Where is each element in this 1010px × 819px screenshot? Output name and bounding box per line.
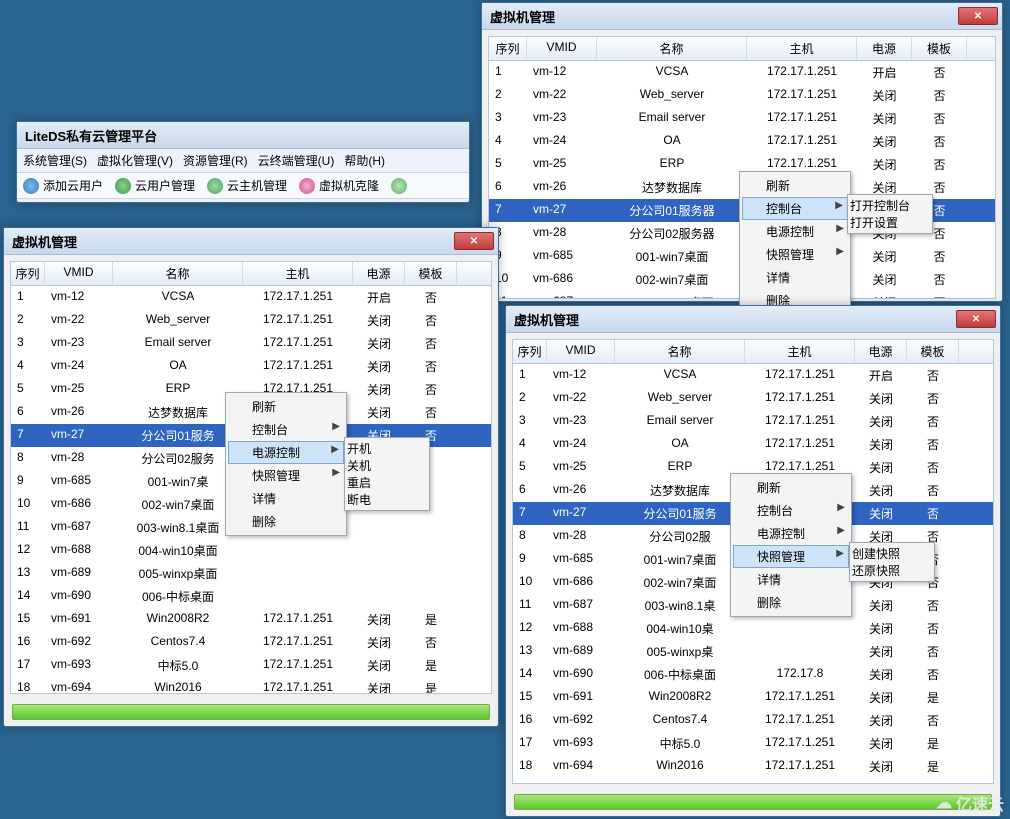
table-row[interactable]: 15vm-691Win2008R2172.17.1.251关闭是 [11, 608, 491, 631]
mi-refresh[interactable]: 刷新 [228, 395, 344, 418]
mi-open-console[interactable]: 打开控制台 [850, 197, 930, 214]
menu-resource[interactable]: 资源管理(R) [183, 152, 248, 169]
close-button[interactable]: ✕ [958, 7, 998, 25]
progress-bar [514, 794, 992, 810]
close-button[interactable]: ✕ [956, 310, 996, 328]
menu-virtualization[interactable]: 虚拟化管理(V) [97, 152, 173, 169]
admin-toolbar: 添加云用户 云用户管理 云主机管理 虚拟机克隆 [17, 173, 469, 199]
table-row[interactable]: 12vm-688004-win10桌面 [11, 539, 491, 562]
table-row[interactable]: 19vm-695云桌面win7172.17.1.251关闭是 [513, 778, 993, 784]
table-row[interactable]: 3vm-23Email server172.17.1.251关闭否 [11, 332, 491, 355]
table-row[interactable]: 14vm-690006-中标桌面 [11, 585, 491, 608]
table-header: 序列 VMID 名称 主机 电源 模板 [513, 340, 993, 364]
mi-snapshot[interactable]: 快照管理▶ [742, 243, 848, 266]
mi-power-off[interactable]: 关机 [347, 457, 427, 474]
mi-power[interactable]: 电源控制▶ [733, 522, 849, 545]
table-row[interactable]: 1vm-12VCSA172.17.1.251开启否 [489, 61, 995, 84]
host-icon [207, 178, 223, 194]
table-row[interactable]: 16vm-692Centos7.4172.17.1.251关闭否 [11, 631, 491, 654]
mi-delete[interactable]: 删除 [228, 510, 344, 533]
table-header: 序列 VMID 名称 主机 电源 模板 [11, 262, 491, 286]
context-menu-3[interactable]: 刷新 控制台▶ 电源控制▶ 快照管理▶ 详情 删除 [730, 473, 852, 617]
table-row[interactable]: 1vm-12VCSA172.17.1.251开启否 [513, 364, 993, 387]
vm-title-3: 虚拟机管理 [510, 310, 956, 329]
tb-host-mgmt[interactable]: 云主机管理 [207, 177, 287, 194]
user-add-icon [23, 178, 39, 194]
mi-snapshot[interactable]: 快照管理▶ [228, 464, 344, 487]
context-menu-2[interactable]: 刷新 控制台▶ 电源控制▶ 快照管理▶ 详情 删除 [225, 392, 347, 536]
watermark: ☁ 亿速云 [936, 791, 1004, 815]
table-row[interactable]: 16vm-692Centos7.4172.17.1.251关闭否 [513, 709, 993, 732]
table-row[interactable]: 2vm-22Web_server172.17.1.251关闭否 [513, 387, 993, 410]
admin-title: LiteDS私有云管理平台 [21, 126, 465, 145]
mi-restart[interactable]: 重启 [347, 474, 427, 491]
mi-console[interactable]: 控制台▶ [228, 418, 344, 441]
mi-power[interactable]: 电源控制▶ [742, 220, 848, 243]
table-row[interactable]: 12vm-688004-win10桌关闭否 [513, 617, 993, 640]
table-row[interactable]: 18vm-694Win2016172.17.1.251关闭是 [513, 755, 993, 778]
vm-title-1: 虚拟机管理 [486, 7, 958, 26]
mi-snapshot[interactable]: 快照管理▶ [733, 545, 849, 568]
table-row[interactable]: 2vm-22Web_server172.17.1.251关闭否 [11, 309, 491, 332]
table-row[interactable]: 3vm-23Email server172.17.1.251关闭否 [489, 107, 995, 130]
mi-detail[interactable]: 详情 [733, 568, 849, 591]
mi-restore-snapshot[interactable]: 还原快照 [852, 562, 932, 579]
table-row[interactable]: 15vm-691Win2008R2172.17.1.251关闭是 [513, 686, 993, 709]
cloud-icon: ☁ [936, 793, 952, 813]
tb-add-user[interactable]: 添加云用户 [23, 177, 103, 194]
tb-user-mgmt[interactable]: 云用户管理 [115, 177, 195, 194]
mi-console[interactable]: 控制台▶ [733, 499, 849, 522]
table-row[interactable]: 2vm-22Web_server172.17.1.251关闭否 [489, 84, 995, 107]
vm-title-2: 虚拟机管理 [8, 232, 454, 251]
table-row[interactable]: 4vm-24OA172.17.1.251关闭否 [489, 130, 995, 153]
admin-window: LiteDS私有云管理平台 系统管理(S) 虚拟化管理(V) 资源管理(R) 云… [16, 121, 470, 203]
menu-help[interactable]: 帮助(H) [344, 152, 385, 169]
tb-vm-clone[interactable]: 虚拟机克隆 [299, 177, 379, 194]
mi-power-on[interactable]: 开机 [347, 440, 427, 457]
clone-icon [299, 178, 315, 194]
mi-delete[interactable]: 删除 [733, 591, 849, 614]
table-row[interactable]: 13vm-689005-winxp桌面 [11, 562, 491, 585]
context-menu-1[interactable]: 刷新 控制台▶ 电源控制▶ 快照管理▶ 详情 删除 [739, 171, 851, 315]
mi-force-off[interactable]: 断电 [347, 491, 427, 508]
user-mgmt-icon [115, 178, 131, 194]
mi-detail[interactable]: 详情 [228, 487, 344, 510]
table-row[interactable]: 3vm-23Email server172.17.1.251关闭否 [513, 410, 993, 433]
mi-detail[interactable]: 详情 [742, 266, 848, 289]
table-row[interactable]: 4vm-24OA172.17.1.251关闭否 [11, 355, 491, 378]
mi-refresh[interactable]: 刷新 [742, 174, 848, 197]
menu-system[interactable]: 系统管理(S) [23, 152, 87, 169]
table-header: 序列 VMID 名称 主机 电源 模板 [489, 37, 995, 61]
progress-bar [12, 704, 490, 720]
admin-titlebar[interactable]: LiteDS私有云管理平台 [17, 122, 469, 149]
mi-console[interactable]: 控制台▶ [742, 197, 848, 220]
table-row[interactable]: 14vm-690006-中标桌面172.17.8关闭否 [513, 663, 993, 686]
submenu-snapshot[interactable]: 创建快照 还原快照 [849, 542, 935, 582]
table-row[interactable]: 18vm-694Win2016172.17.1.251关闭是 [11, 677, 491, 694]
extra-icon[interactable] [391, 178, 407, 194]
admin-menubar[interactable]: 系统管理(S) 虚拟化管理(V) 资源管理(R) 云终端管理(U) 帮助(H) [17, 149, 469, 173]
mi-open-settings[interactable]: 打开设置 [850, 214, 930, 231]
menu-terminal[interactable]: 云终端管理(U) [258, 152, 335, 169]
table-row[interactable]: 17vm-693中标5.0172.17.1.251关闭是 [513, 732, 993, 755]
table-row[interactable]: 13vm-689005-winxp桌关闭否 [513, 640, 993, 663]
submenu-power[interactable]: 开机 关机 重启 断电 [344, 437, 430, 511]
mi-power[interactable]: 电源控制▶ [228, 441, 344, 464]
mi-create-snapshot[interactable]: 创建快照 [852, 545, 932, 562]
mi-refresh[interactable]: 刷新 [733, 476, 849, 499]
table-row[interactable]: 4vm-24OA172.17.1.251关闭否 [513, 433, 993, 456]
table-row[interactable]: 1vm-12VCSA172.17.1.251开启否 [11, 286, 491, 309]
submenu-console[interactable]: 打开控制台 打开设置 [847, 194, 933, 234]
close-button[interactable]: ✕ [454, 232, 494, 250]
table-row[interactable]: 17vm-693中标5.0172.17.1.251关闭是 [11, 654, 491, 677]
